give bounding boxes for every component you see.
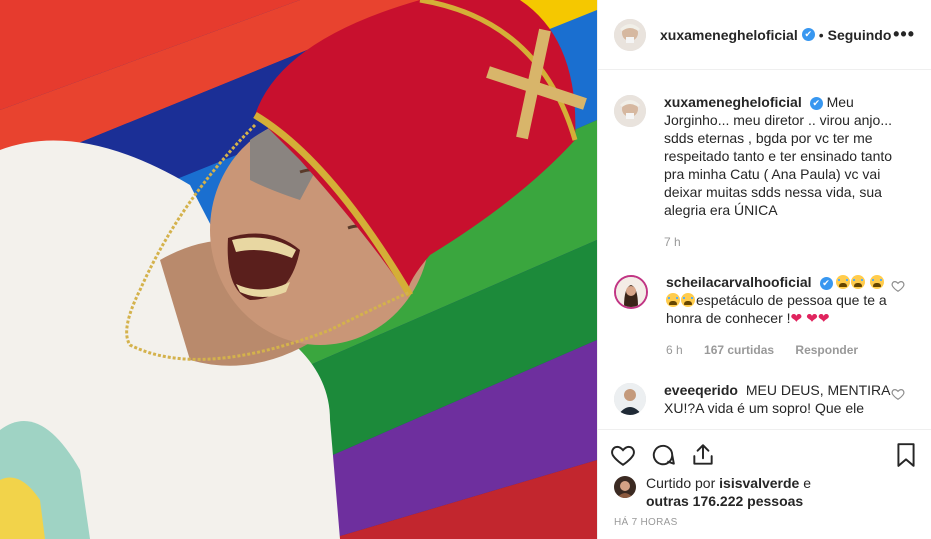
comment-icon[interactable] <box>650 442 676 468</box>
author-avatar[interactable] <box>614 18 646 51</box>
caption-text: Meu Jorginho... meu diretor .. virou anj… <box>664 94 893 218</box>
following-button[interactable]: Seguindo <box>828 27 892 43</box>
heart-icon[interactable] <box>610 442 636 468</box>
comment-time[interactable]: 6 h <box>666 343 683 357</box>
post-header: xuxamenegheloficial ✔ • Seguindo ••• <box>598 0 931 70</box>
commenter-avatar[interactable] <box>614 383 646 415</box>
crying-emoji-icon <box>666 293 680 307</box>
likes-text: Curtido por isisvalverde e outras 176.22… <box>646 474 811 510</box>
caption-avatar[interactable] <box>614 95 646 127</box>
red-heart-emoji-icon: ❤ <box>817 310 830 326</box>
post-timestamp[interactable]: HÁ 7 HORAS <box>614 517 678 528</box>
crying-emoji-icon <box>851 275 866 289</box>
action-bar <box>598 429 931 479</box>
comment-body: eveeqerido MEU DEUS, MENTIRA XU!?A vida … <box>664 381 894 417</box>
comment-body: scheilacarvalhooficial ✔ espetáculo de pe… <box>666 273 896 359</box>
reply-button[interactable]: Responder <box>795 343 858 357</box>
post-photo[interactable] <box>0 0 597 539</box>
likes-prefix: Curtido por <box>646 475 716 491</box>
commenter-username[interactable]: eveeqerido <box>664 382 738 398</box>
crying-emoji-icon <box>681 293 695 307</box>
caption: xuxamenegheloficial ✔ Meu Jorginho... meu… <box>614 93 915 251</box>
caption-username[interactable]: xuxamenegheloficial <box>664 94 802 110</box>
post-sidebar: xuxamenegheloficial ✔ • Seguindo ••• xux… <box>597 0 931 539</box>
caption-body: xuxamenegheloficial ✔ Meu Jorginho... meu… <box>664 93 894 251</box>
likes-summary: Curtido por isisvalverde e outras 176.22… <box>614 474 811 510</box>
caption-meta: 7 h <box>664 233 894 251</box>
verified-icon: ✔ <box>801 28 815 41</box>
header-separator: • <box>818 26 824 43</box>
comment-likes[interactable]: 167 curtidas <box>704 343 774 357</box>
comment-like-heart-icon[interactable] <box>891 279 905 293</box>
crying-emoji-icon <box>836 275 851 289</box>
comment-item: eveeqerido MEU DEUS, MENTIRA XU!?A vida … <box>614 381 915 417</box>
comment-like-heart-icon[interactable] <box>891 387 905 401</box>
more-icon[interactable]: ••• <box>893 24 915 45</box>
others-likes-link[interactable]: outras 176.222 pessoas <box>646 493 803 509</box>
red-heart-emoji-icon: ❤ <box>806 310 818 326</box>
verified-icon: ✔ <box>809 96 823 110</box>
comment-text: espetáculo de pessoa que te a honra de c… <box>666 292 887 326</box>
commenter-avatar[interactable] <box>614 275 648 309</box>
photo-illustration <box>0 0 597 539</box>
bookmark-icon[interactable] <box>893 442 919 468</box>
comment-item: scheilacarvalhooficial ✔ espetáculo de pe… <box>614 273 915 359</box>
comments-list[interactable]: xuxamenegheloficial ✔ Meu Jorginho... meu… <box>598 71 931 428</box>
caption-time[interactable]: 7 h <box>664 235 681 249</box>
author-username[interactable]: xuxamenegheloficial <box>660 27 798 43</box>
comment-meta: 6 h 167 curtidas Responder <box>666 341 896 359</box>
commenter-username[interactable]: scheilacarvalhooficial <box>666 274 812 290</box>
red-heart-emoji-icon: ❤ <box>790 310 803 326</box>
liker-avatar[interactable] <box>614 476 636 498</box>
verified-icon: ✔ <box>819 276 833 290</box>
share-icon[interactable] <box>690 442 716 468</box>
crying-emoji-icon <box>870 275 885 289</box>
likes-joiner: e <box>803 475 812 491</box>
instagram-post: xuxamenegheloficial ✔ • Seguindo ••• xux… <box>0 0 931 539</box>
liker-username[interactable]: isisvalverde <box>719 475 799 491</box>
